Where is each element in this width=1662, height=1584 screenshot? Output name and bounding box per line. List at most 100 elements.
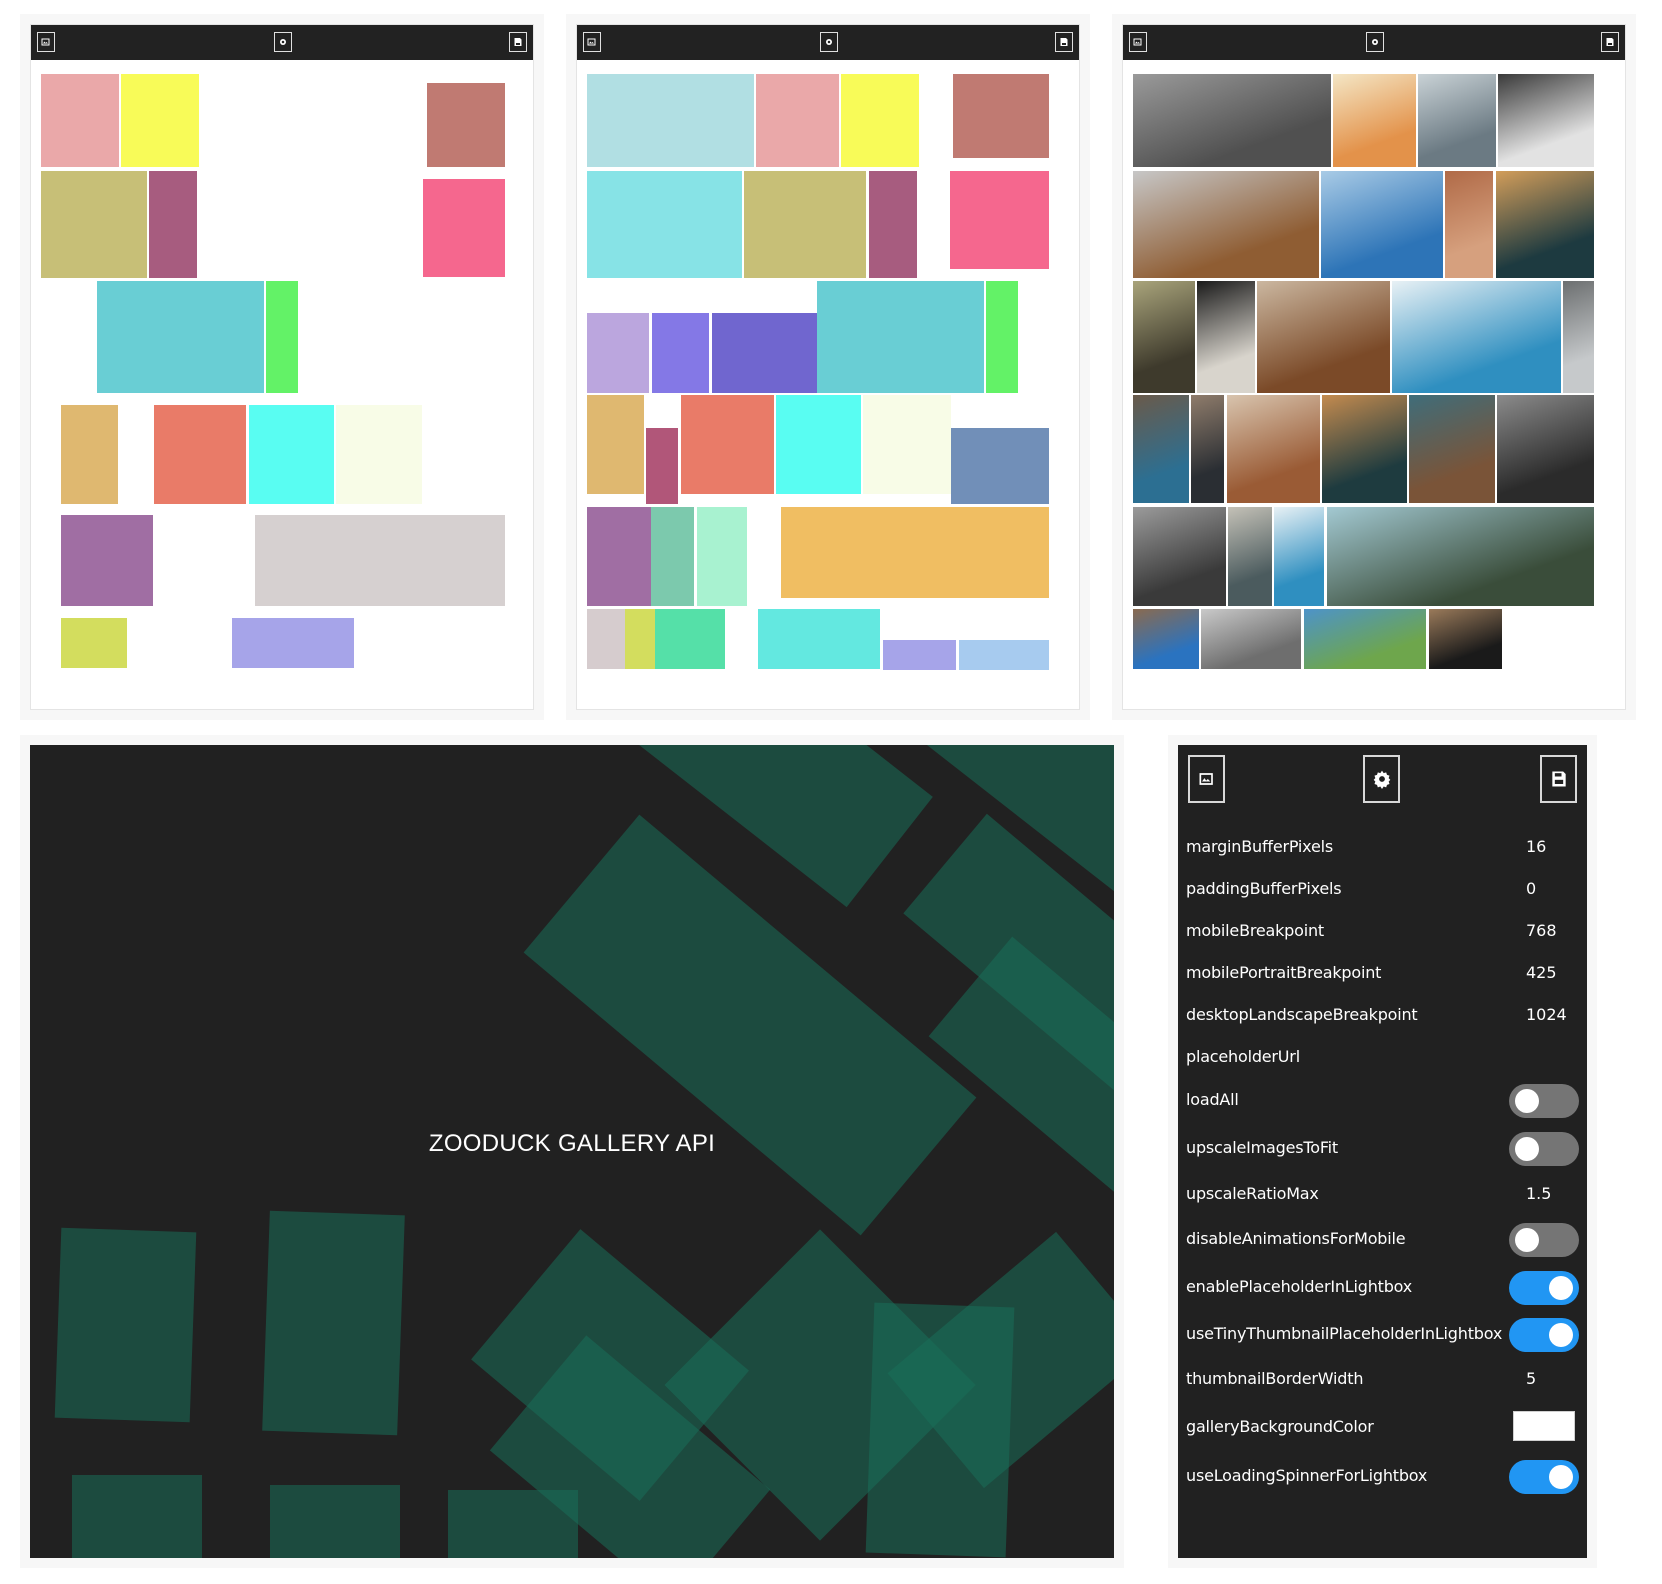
- toggle-switch[interactable]: [1509, 1271, 1579, 1305]
- gallery-tile[interactable]: [651, 507, 694, 606]
- gallery-tile[interactable]: [655, 609, 725, 669]
- setting-value[interactable]: 1.5: [1526, 1184, 1551, 1203]
- gallery-tile[interactable]: [587, 74, 754, 167]
- gallery-tile[interactable]: [758, 609, 880, 669]
- background-shape: [72, 1475, 202, 1558]
- gallery-tile[interactable]: [232, 618, 354, 668]
- gallery-button[interactable]: [37, 32, 55, 52]
- gallery-tile[interactable]: [121, 74, 199, 167]
- gallery-tile[interactable]: [986, 281, 1018, 393]
- photo-thumbnail-phone-desk[interactable]: [1191, 395, 1224, 503]
- gallery-button[interactable]: [1129, 32, 1147, 52]
- gallery-tile[interactable]: [841, 74, 919, 167]
- toggle-switch[interactable]: [1509, 1223, 1579, 1257]
- gallery-tile[interactable]: [625, 609, 655, 669]
- gallery-tile[interactable]: [869, 171, 917, 278]
- gallery-tile[interactable]: [255, 515, 505, 606]
- gallery-button[interactable]: [583, 32, 601, 52]
- photo-thumbnail-barn[interactable]: [1409, 395, 1495, 503]
- photo-thumbnail-forest-lake[interactable]: [1322, 395, 1407, 503]
- photo-thumbnail-rocky-shore[interactable]: [1418, 74, 1496, 167]
- gallery-tile[interactable]: [423, 179, 505, 277]
- photo-thumbnail-pier[interactable]: [1563, 281, 1594, 393]
- setting-value[interactable]: 16: [1526, 837, 1546, 856]
- setting-value[interactable]: 5: [1526, 1369, 1536, 1388]
- gallery-tile[interactable]: [61, 405, 118, 504]
- photo-thumbnail-grapes[interactable]: [1133, 281, 1195, 393]
- gallery-tile[interactable]: [744, 171, 866, 278]
- photo-thumbnail-sky-clouds[interactable]: [1392, 281, 1561, 393]
- photo-thumbnail-dock[interactable]: [1133, 609, 1199, 669]
- photo-thumbnail-laptop-dark[interactable]: [1429, 609, 1502, 669]
- gallery-tile[interactable]: [97, 281, 264, 393]
- toggle-switch[interactable]: [1509, 1318, 1579, 1352]
- gallery-tile[interactable]: [149, 171, 197, 278]
- photo-thumbnail-coffee-table[interactable]: [1257, 281, 1390, 393]
- gallery-button[interactable]: [1188, 755, 1225, 803]
- gallery-tile[interactable]: [266, 281, 298, 393]
- gallery-tile[interactable]: [781, 507, 1049, 598]
- photo-thumbnail-sky-clouds-wide[interactable]: [1274, 507, 1324, 606]
- photo-thumbnail-grass[interactable]: [1133, 74, 1331, 167]
- gallery-tile[interactable]: [863, 395, 951, 494]
- gallery-tile[interactable]: [951, 428, 1049, 504]
- save-button[interactable]: [509, 32, 527, 52]
- gallery-tile[interactable]: [61, 515, 153, 606]
- gallery-tile[interactable]: [697, 507, 747, 606]
- gallery-tile[interactable]: [959, 640, 1049, 670]
- gallery-tile[interactable]: [756, 74, 839, 167]
- photo-thumbnail-sea-rocks[interactable]: [1133, 395, 1189, 503]
- toggle-switch[interactable]: [1509, 1132, 1579, 1166]
- toggle-switch[interactable]: [1509, 1084, 1579, 1118]
- photo-thumbnail-town[interactable]: [1201, 609, 1301, 669]
- gallery-tile[interactable]: [587, 395, 644, 494]
- photo-thumbnail-bridge-night[interactable]: [1497, 395, 1594, 503]
- gallery-tile[interactable]: [817, 281, 984, 393]
- toggle-switch[interactable]: [1509, 1460, 1579, 1494]
- gallery-tile[interactable]: [336, 405, 422, 504]
- photo-thumbnail-wood-table[interactable]: [1227, 395, 1320, 503]
- gallery-tile[interactable]: [41, 171, 147, 278]
- photo-thumbnail-laptop-desk[interactable]: [1197, 281, 1255, 393]
- photo-thumbnail-bridge-tower[interactable]: [1133, 507, 1226, 606]
- gallery-tile[interactable]: [776, 395, 861, 494]
- photo-thumbnail-cloud[interactable]: [1228, 507, 1272, 606]
- gallery-tile[interactable]: [587, 171, 742, 278]
- save-button[interactable]: [1540, 755, 1577, 803]
- gallery-tile[interactable]: [249, 405, 334, 504]
- photo-thumbnail-waterfall[interactable]: [1327, 507, 1594, 606]
- settings-button[interactable]: [820, 32, 838, 52]
- gallery-tile[interactable]: [154, 405, 246, 504]
- gallery-tile[interactable]: [953, 74, 1049, 158]
- setting-value[interactable]: 425: [1526, 963, 1557, 982]
- save-icon: [514, 38, 522, 46]
- photo-thumbnail-record-player[interactable]: [1498, 74, 1594, 167]
- photo-thumbnail-sea-city-skyline[interactable]: [1321, 171, 1443, 278]
- gallery-tile[interactable]: [587, 313, 649, 393]
- photo-thumbnail-dark-forest[interactable]: [1496, 171, 1594, 278]
- setting-value[interactable]: 1024: [1526, 1005, 1567, 1024]
- gallery-tile[interactable]: [681, 395, 774, 494]
- gallery-tile[interactable]: [587, 507, 651, 606]
- settings-button[interactable]: [1363, 755, 1400, 803]
- gallery-tile[interactable]: [652, 313, 709, 393]
- gallery-tile[interactable]: [427, 83, 505, 167]
- photo-thumbnail-orange-plant[interactable]: [1333, 74, 1416, 167]
- gallery-tile[interactable]: [712, 313, 819, 393]
- save-button[interactable]: [1601, 32, 1619, 52]
- settings-button[interactable]: [1366, 32, 1384, 52]
- save-button[interactable]: [1055, 32, 1073, 52]
- gallery-tile[interactable]: [41, 74, 119, 167]
- photo-thumbnail-beach-sunset[interactable]: [1445, 171, 1493, 278]
- setting-value[interactable]: 768: [1526, 921, 1557, 940]
- photo-thumbnail-laptop-on-wood[interactable]: [1133, 171, 1319, 278]
- gallery-tile[interactable]: [61, 618, 127, 668]
- settings-button[interactable]: [274, 32, 292, 52]
- photo-thumbnail-grass-sky[interactable]: [1304, 609, 1426, 669]
- setting-value[interactable]: 0: [1526, 879, 1536, 898]
- color-swatch[interactable]: [1513, 1411, 1575, 1441]
- gallery-tile[interactable]: [883, 640, 956, 670]
- gallery-tile[interactable]: [950, 171, 1049, 269]
- gallery-tile[interactable]: [646, 428, 678, 504]
- gallery-tile[interactable]: [587, 609, 627, 669]
